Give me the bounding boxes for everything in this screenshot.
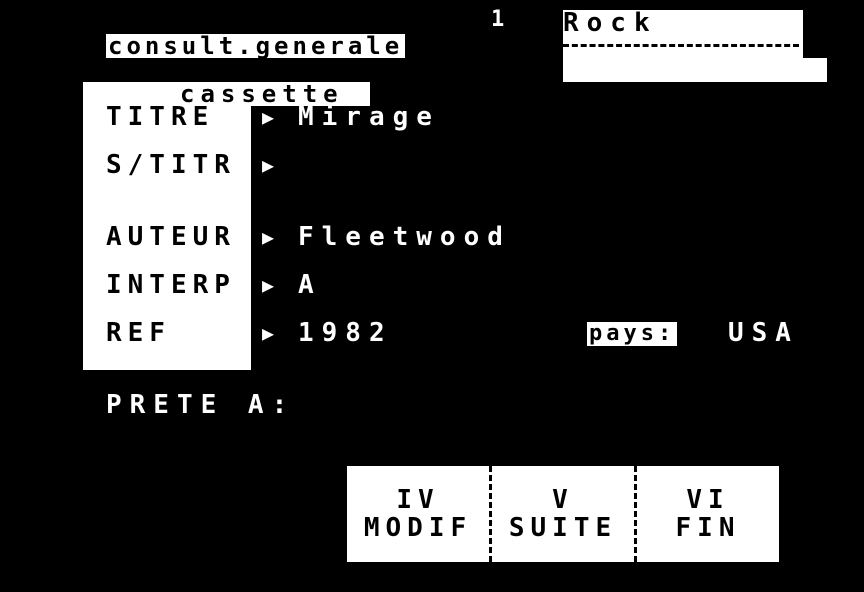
country-value[interactable]: USA — [728, 318, 799, 348]
country-label: pays: — [587, 321, 678, 346]
right-triangle-icon: ▶ — [262, 225, 275, 249]
field-value-interprete[interactable]: A — [298, 270, 322, 300]
genre-box-extension — [563, 58, 827, 82]
right-triangle-icon: ▶ — [262, 273, 275, 297]
function-key-number: IV — [396, 485, 440, 515]
function-key-number: V — [552, 485, 574, 515]
field-label-ref: REF — [106, 318, 171, 348]
page-number: 1 — [491, 7, 505, 32]
right-triangle-icon: ▶ — [262, 321, 275, 345]
field-label-interprete: INTERP — [106, 270, 236, 300]
fin-button[interactable]: VI FIN — [634, 466, 779, 562]
function-key-label: SUITE — [508, 513, 618, 543]
right-triangle-icon: ▶ — [262, 105, 275, 129]
loan-label: PRETE A: — [106, 390, 296, 420]
field-value-titre[interactable]: Mirage — [298, 102, 440, 132]
screen-title: consult.generale — [106, 32, 406, 60]
modif-button[interactable]: IV MODIF — [347, 466, 489, 562]
field-label-auteur: AUTEUR — [106, 222, 236, 252]
function-key-bar: IV MODIF V SUITE VI FIN — [347, 466, 779, 562]
genre-underline — [563, 44, 799, 47]
field-label-sous-titre: S/TITR — [106, 150, 236, 180]
function-key-label: FIN — [675, 513, 741, 543]
suite-button[interactable]: V SUITE — [489, 466, 634, 562]
right-triangle-icon: ▶ — [262, 153, 275, 177]
field-label-titre: TITRE — [106, 102, 215, 132]
field-value-ref[interactable]: 1982 — [298, 318, 393, 348]
genre-label: Rock — [563, 8, 658, 38]
function-key-number: VI — [686, 485, 730, 515]
field-value-auteur[interactable]: Fleetwood — [298, 222, 511, 252]
minitel-screen: consult.generale 1 Rock cassette TITRE ▶… — [0, 0, 864, 592]
function-key-label: MODIF — [363, 513, 473, 543]
